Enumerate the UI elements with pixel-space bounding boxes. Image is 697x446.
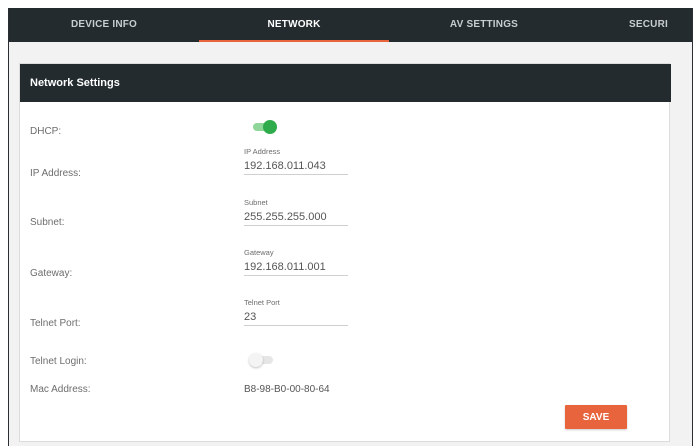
dhcp-toggle[interactable] <box>251 120 277 134</box>
tab-device-info[interactable]: DEVICE INFO <box>9 8 199 42</box>
telnet-port-input[interactable] <box>244 309 348 326</box>
tab-av-settings[interactable]: AV SETTINGS <box>389 8 579 42</box>
active-tab-indicator <box>199 40 389 42</box>
gateway-input[interactable] <box>244 259 348 276</box>
subnet-input[interactable] <box>244 209 348 226</box>
ip-address-floating-label: IP Address <box>244 147 281 156</box>
dhcp-label: DHCP: <box>30 126 62 137</box>
gateway-floating-label: Gateway <box>244 248 274 257</box>
tab-bar: DEVICE INFO NETWORK AV SETTINGS SECURI <box>9 8 692 42</box>
telnet-login-label: Telnet Login: <box>30 356 87 367</box>
dhcp-toggle-knob <box>263 120 277 134</box>
card-title: Network Settings <box>20 64 671 102</box>
network-settings-card: Network Settings DHCP: IP Address: IP Ad… <box>19 63 671 442</box>
subnet-field: Subnet <box>244 197 348 226</box>
telnet-port-field: Telnet Port <box>244 297 348 326</box>
ip-address-field: IP Address <box>244 146 348 175</box>
telnet-port-label: Telnet Port: <box>30 318 81 329</box>
gateway-field: Gateway <box>244 247 348 276</box>
tab-security[interactable]: SECURI <box>629 8 692 42</box>
telnet-port-floating-label: Telnet Port <box>244 298 280 307</box>
mac-address-label: Mac Address: <box>30 384 91 395</box>
subnet-floating-label: Subnet <box>244 198 268 207</box>
gateway-label: Gateway: <box>30 268 73 279</box>
subnet-label: Subnet: <box>30 217 65 228</box>
mac-address-value: B8-98-B0-00-80-64 <box>244 384 330 395</box>
telnet-login-toggle[interactable] <box>249 353 275 367</box>
tab-network[interactable]: NETWORK <box>199 8 389 42</box>
app-frame: DEVICE INFO NETWORK AV SETTINGS SECURI N… <box>8 8 693 446</box>
save-button[interactable]: SAVE <box>565 405 627 429</box>
ip-address-input[interactable] <box>244 158 348 175</box>
ip-address-label: IP Address: <box>30 168 81 179</box>
telnet-login-toggle-knob <box>249 353 263 367</box>
